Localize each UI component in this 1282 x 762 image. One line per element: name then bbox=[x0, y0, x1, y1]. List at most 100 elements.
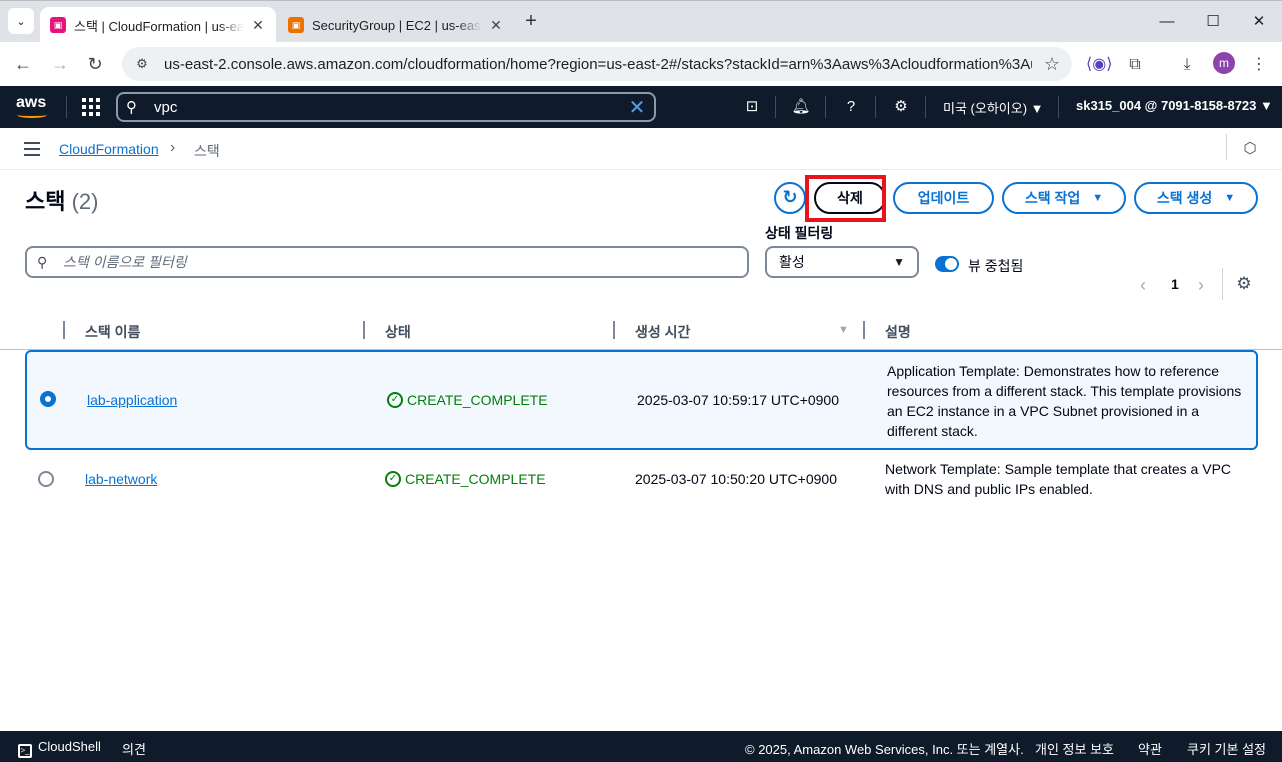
hamburger-menu-icon[interactable] bbox=[24, 142, 40, 156]
copyright-text: © 2025, Amazon Web Services, Inc. 또는 계열사… bbox=[745, 742, 1024, 757]
extensions-puzzle-icon[interactable]: ⧉ bbox=[1124, 54, 1146, 76]
notifications-bell-icon[interactable]: 🔔︎ bbox=[790, 96, 812, 118]
column-divider[interactable] bbox=[613, 321, 615, 339]
cloudformation-favicon-icon: ▣ bbox=[50, 17, 66, 33]
terms-link[interactable]: 약관 bbox=[1138, 739, 1162, 758]
caret-down-icon: ▼ bbox=[1224, 192, 1236, 204]
reload-icon[interactable]: ↻ bbox=[83, 52, 107, 76]
table-header: 스택 이름 상태 생성 시간 ▼ 설명 bbox=[0, 312, 1282, 350]
nav-divider bbox=[1058, 96, 1059, 118]
table-preferences-gear-icon[interactable]: ⚙ bbox=[1234, 274, 1254, 294]
caret-down-icon: ▼ bbox=[1092, 192, 1104, 204]
divider bbox=[1226, 134, 1227, 160]
privacy-link[interactable]: 개인 정보 보호 bbox=[1035, 739, 1114, 758]
refresh-button[interactable]: ↻ bbox=[774, 182, 806, 214]
row-radio-button[interactable] bbox=[40, 391, 56, 407]
browser-tab-cloudformation[interactable]: ▣ 스택 | CloudFormation | us-east-2 ✕ bbox=[40, 7, 276, 43]
creation-time: 2025-03-07 10:59:17 UTC+0900 bbox=[637, 392, 839, 408]
stack-name-link[interactable]: lab-network bbox=[85, 471, 157, 487]
console-footer: >_ CloudShell 의견 © 2025, Amazon Web Servi… bbox=[0, 731, 1282, 762]
row-radio-button[interactable] bbox=[38, 471, 54, 487]
update-button[interactable]: 업데이트 bbox=[893, 182, 994, 214]
sort-descending-icon[interactable]: ▼ bbox=[838, 324, 849, 336]
forward-arrow-icon[interactable]: → bbox=[48, 52, 72, 76]
stack-name-link[interactable]: lab-application bbox=[87, 392, 177, 408]
column-header-stack-name[interactable]: 스택 이름 bbox=[85, 322, 140, 342]
status-badge: ✓ CREATE_COMPLETE bbox=[387, 392, 548, 408]
cloudshell-button[interactable]: >_ CloudShell bbox=[18, 739, 101, 758]
account-caret-icon: ▼ bbox=[1260, 98, 1273, 113]
download-icon[interactable]: ⤓ bbox=[1176, 54, 1198, 76]
bookmark-star-icon[interactable]: ☆ bbox=[1032, 54, 1072, 75]
breadcrumb: CloudFormation › 스택 ⬡ bbox=[0, 128, 1282, 170]
status-filter-label: 상태 필터링 bbox=[765, 225, 834, 241]
minimize-icon[interactable]: — bbox=[1144, 9, 1190, 35]
clear-search-icon[interactable]: ✕ bbox=[620, 95, 654, 120]
divider bbox=[1222, 268, 1223, 300]
nested-view-toggle[interactable] bbox=[935, 256, 959, 272]
help-icon[interactable]: ? bbox=[840, 96, 862, 118]
settings-gear-icon[interactable]: ⚙ bbox=[890, 96, 912, 118]
column-divider[interactable] bbox=[363, 321, 365, 339]
new-tab-icon[interactable]: + bbox=[520, 11, 542, 33]
aws-logo[interactable]: aws bbox=[16, 94, 50, 120]
site-info-icon[interactable]: ⚙ bbox=[134, 56, 150, 72]
profile-avatar[interactable]: m bbox=[1213, 52, 1235, 74]
column-header-created[interactable]: 생성 시간 bbox=[635, 322, 690, 342]
maximize-icon[interactable]: ☐ bbox=[1190, 9, 1236, 35]
aws-search-box[interactable]: ⚲ ✕ bbox=[116, 92, 656, 122]
nav-divider bbox=[775, 96, 776, 118]
region-selector[interactable]: 미국 (오하이오) ▼ bbox=[943, 98, 1044, 117]
stack-actions-button[interactable]: 스택 작업 ▼ bbox=[1002, 182, 1126, 214]
url-text[interactable]: us-east-2.console.aws.amazon.com/cloudfo… bbox=[164, 56, 1032, 73]
create-stack-button[interactable]: 스택 생성 ▼ bbox=[1134, 182, 1258, 214]
aws-search-input[interactable] bbox=[146, 98, 620, 116]
page-title-text: 스택 bbox=[25, 189, 66, 214]
back-arrow-icon[interactable]: ← bbox=[11, 52, 35, 76]
caret-down-icon: ▼ bbox=[893, 255, 905, 269]
close-tab-icon[interactable]: ✕ bbox=[488, 17, 504, 34]
column-divider[interactable] bbox=[863, 321, 865, 339]
url-bar[interactable]: ⚙ us-east-2.console.aws.amazon.com/cloud… bbox=[122, 47, 1072, 81]
region-label: 미국 (오하이오) bbox=[943, 101, 1028, 116]
stack-name-filter[interactable]: ⚲ bbox=[25, 246, 749, 278]
column-header-status[interactable]: 상태 bbox=[385, 322, 411, 342]
cookie-preferences-link[interactable]: 쿠키 기본 설정 bbox=[1187, 739, 1266, 758]
status-filter-select[interactable]: 활성 ▼ bbox=[765, 246, 919, 278]
browser-tab-ec2[interactable]: ▣ SecurityGroup | EC2 | us-east-2 ✕ bbox=[278, 7, 514, 43]
account-menu[interactable]: sk315_004 @ 7091-8158-8723 ▼ bbox=[1076, 98, 1273, 113]
tab-list-chevron-icon[interactable]: ⌄ bbox=[8, 8, 34, 34]
current-page-number[interactable]: 1 bbox=[1171, 276, 1179, 292]
aws-top-nav: aws ⚲ ✕ ⊡ 🔔︎ ? ⚙ 미국 (오하이오) ▼ sk315_004 @… bbox=[0, 86, 1282, 128]
tab-title: SecurityGroup | EC2 | us-east-2 bbox=[312, 17, 482, 33]
create-stack-label: 스택 생성 bbox=[1156, 190, 1213, 206]
window-close-icon[interactable]: ✕ bbox=[1236, 9, 1282, 35]
breadcrumb-current: 스택 bbox=[194, 143, 220, 159]
more-menu-icon[interactable]: ⋮ bbox=[1248, 54, 1270, 76]
stack-description: Application Template: Demonstrates how t… bbox=[887, 363, 1242, 439]
ec2-favicon-icon: ▣ bbox=[288, 17, 304, 33]
feedback-link[interactable]: 의견 bbox=[122, 739, 146, 758]
services-grid-icon[interactable] bbox=[82, 98, 100, 116]
breadcrumb-cloudformation-link[interactable]: CloudFormation bbox=[59, 141, 159, 157]
region-caret-icon: ▼ bbox=[1030, 101, 1044, 116]
cloudshell-label: CloudShell bbox=[38, 739, 101, 754]
next-page-icon[interactable]: › bbox=[1198, 275, 1204, 296]
table-row[interactable]: lab-network ✓ CREATE_COMPLETE 2025-03-07… bbox=[25, 452, 1258, 508]
nav-divider bbox=[825, 96, 826, 118]
column-divider bbox=[63, 321, 65, 339]
chevron-right-icon: › bbox=[170, 139, 176, 156]
check-circle-icon: ✓ bbox=[385, 471, 401, 487]
page-title: 스택 (2) bbox=[25, 184, 99, 216]
close-tab-icon[interactable]: ✕ bbox=[250, 17, 266, 34]
previous-page-icon[interactable]: ‹ bbox=[1140, 275, 1146, 296]
column-header-description[interactable]: 설명 bbox=[885, 322, 911, 342]
status-badge: ✓ CREATE_COMPLETE bbox=[385, 471, 546, 487]
stack-name-filter-input[interactable] bbox=[55, 254, 747, 270]
extension-icon[interactable]: ⟨◉⟩ bbox=[1086, 54, 1112, 76]
tools-panel-icon[interactable]: ⬡ bbox=[1240, 139, 1260, 159]
table-row[interactable]: lab-application ✓ CREATE_COMPLETE 2025-0… bbox=[25, 350, 1258, 450]
status-text: CREATE_COMPLETE bbox=[407, 392, 548, 408]
search-icon: ⚲ bbox=[126, 99, 137, 116]
cloudshell-icon[interactable]: ⊡ bbox=[741, 96, 763, 118]
